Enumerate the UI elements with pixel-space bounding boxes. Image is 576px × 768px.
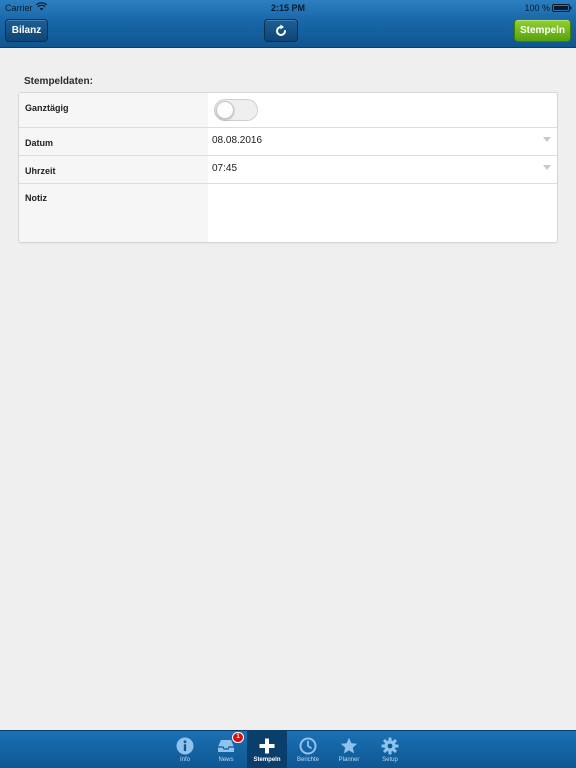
bilanz-button[interactable]: Bilanz	[5, 19, 48, 42]
uhrzeit-row: Uhrzeit 07:45	[19, 156, 557, 184]
notiz-row: Notiz	[19, 184, 557, 242]
ganztaegig-toggle[interactable]	[214, 99, 258, 121]
status-time: 2:15 PM	[270, 3, 305, 13]
datum-label: Datum	[25, 138, 54, 148]
notiz-textarea[interactable]	[208, 184, 557, 242]
uhrzeit-select[interactable]	[208, 156, 557, 183]
chevron-down-icon	[543, 165, 551, 170]
tab-setup[interactable]: Setup	[370, 731, 410, 768]
stempeln-button[interactable]: Stempeln	[514, 19, 571, 42]
header: Carrier 2:15 PM 100 % Bilanz Stempeln	[0, 0, 576, 48]
battery-percentage: 100 %	[524, 3, 550, 13]
label-cell: Notiz	[19, 184, 208, 242]
notiz-label: Notiz	[25, 193, 47, 203]
status-bar: Carrier 2:15 PM 100 %	[0, 0, 576, 16]
label-cell: Ganztägig	[19, 93, 208, 127]
bilanz-button-label: Bilanz	[11, 25, 42, 36]
tab-planner[interactable]: Planner	[329, 731, 369, 768]
info-icon	[176, 737, 194, 755]
tab-bar: Info 1 News Stempeln Berichte Planner Se…	[0, 730, 576, 768]
stempeln-button-label: Stempeln	[519, 25, 565, 36]
section-title: Stempeldaten:	[24, 76, 93, 87]
tab-berichte[interactable]: Berichte	[288, 731, 328, 768]
tab-info[interactable]: Info	[165, 731, 205, 768]
battery-icon	[552, 4, 572, 12]
tab-stempeln[interactable]: Stempeln	[247, 731, 287, 768]
star-icon	[340, 737, 358, 754]
datum-row: Datum 08.08.2016	[19, 128, 557, 156]
gear-icon	[381, 737, 399, 755]
label-cell: Datum	[19, 128, 208, 155]
clock-icon	[299, 737, 317, 755]
tab-setup-label: Setup	[382, 757, 398, 763]
datum-value: 08.08.2016	[212, 135, 263, 146]
uhrzeit-value: 07:45	[212, 163, 238, 174]
refresh-icon	[276, 24, 286, 36]
ganztaegig-label: Ganztägig	[25, 103, 69, 113]
app-root: Carrier 2:15 PM 100 % Bilanz Stempeln St…	[0, 0, 576, 768]
chevron-down-icon	[543, 137, 551, 142]
news-badge: 1	[232, 732, 244, 743]
refresh-button[interactable]	[264, 19, 298, 42]
toggle-knob	[216, 101, 234, 119]
plus-icon	[259, 738, 275, 754]
tab-news[interactable]: 1 News	[206, 731, 246, 768]
ganztaegig-row: Ganztägig	[19, 93, 557, 128]
label-cell: Uhrzeit	[19, 156, 208, 183]
stempel-form: Ganztägig Datum 08.08.2016 Uhrzeit 07:45	[18, 92, 558, 243]
uhrzeit-label: Uhrzeit	[25, 166, 56, 176]
